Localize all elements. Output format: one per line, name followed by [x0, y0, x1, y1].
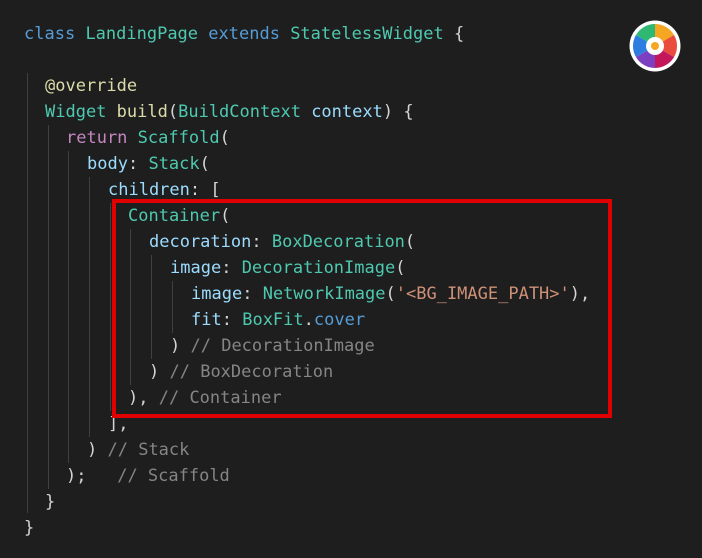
code-line-6: body: Stack( — [87, 154, 210, 174]
comment-stack: // Stack — [107, 440, 190, 460]
keyword-class: class — [24, 24, 76, 44]
highlight-box — [112, 199, 612, 418]
code-line-17: ) // Stack — [87, 440, 190, 460]
code-line-4: Widget build(BuildContext context) { — [45, 102, 414, 122]
code-editor: class LandingPage extends StatelessWidge… — [0, 0, 702, 558]
scaffold-class: Scaffold — [137, 128, 220, 148]
prop-body: body — [87, 154, 128, 174]
keyword-return: return — [66, 128, 128, 148]
color-wheel-icon — [629, 20, 681, 72]
return-type: Widget — [45, 102, 107, 122]
param-type: BuildContext — [178, 102, 301, 122]
prop-children: children — [108, 180, 190, 200]
indent-guide — [27, 73, 28, 513]
comment-scaffold: // Scaffold — [117, 466, 230, 486]
code-line-1: class LandingPage extends StatelessWidge… — [24, 21, 464, 47]
stack-class: Stack — [148, 154, 200, 174]
indent-guide — [89, 177, 90, 437]
keyword-extends: extends — [208, 24, 280, 44]
class-name: LandingPage — [85, 24, 199, 44]
parent-class: StatelessWidget — [290, 24, 444, 44]
code-line-19: } — [45, 492, 56, 512]
method-name: build — [116, 102, 168, 122]
code-line-5: return Scaffold( — [66, 128, 230, 148]
code-line-3: @override — [45, 73, 137, 99]
override-annotation: @override — [45, 76, 138, 96]
code-line-18: ); // Scaffold — [66, 466, 230, 486]
param-name: context — [311, 102, 383, 122]
code-line-20: } — [24, 518, 35, 538]
brace: { — [453, 24, 465, 44]
indent-guide — [48, 125, 49, 489]
indent-guide — [68, 151, 69, 463]
indent-guide — [110, 203, 111, 411]
